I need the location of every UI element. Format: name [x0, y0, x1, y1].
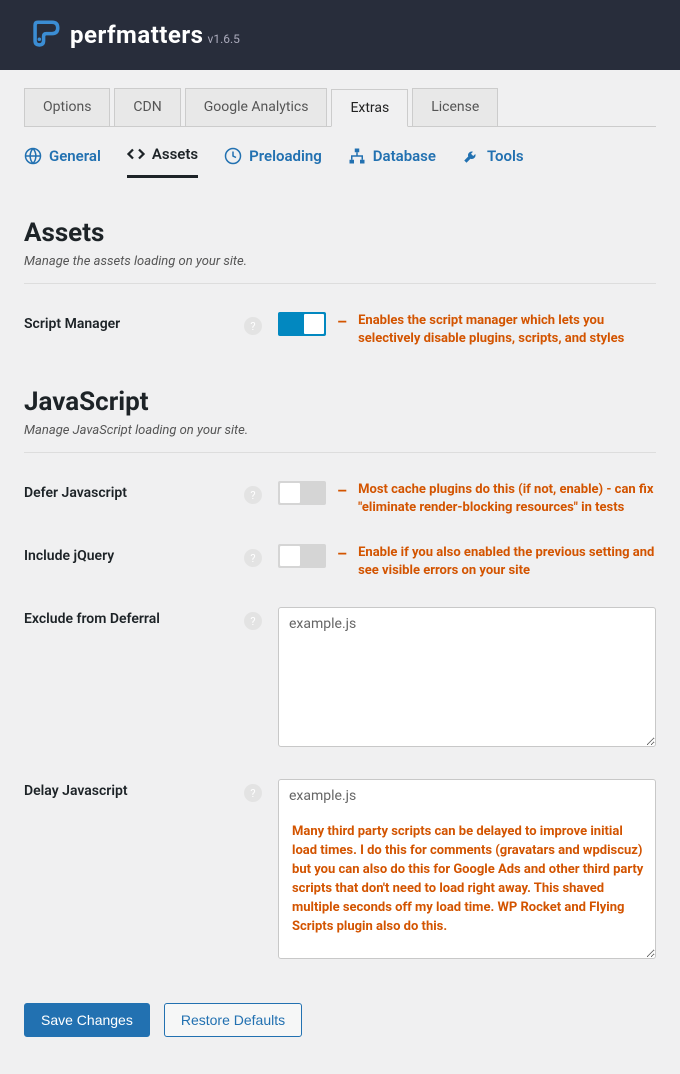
- field-delay-js: Delay Javascript ? Many third party scri…: [24, 779, 656, 963]
- delay-js-label: Delay Javascript: [24, 779, 244, 799]
- help-icon[interactable]: ?: [244, 784, 262, 802]
- section-assets-desc: Manage the assets loading on your site.: [24, 254, 656, 269]
- include-jquery-toggle[interactable]: [278, 544, 326, 568]
- section-assets-title: Assets: [24, 218, 656, 248]
- include-jquery-label: Include jQuery: [24, 544, 244, 564]
- annotation-dash: –: [337, 312, 347, 331]
- subtab-tools-label: Tools: [487, 147, 524, 165]
- delay-js-input[interactable]: [278, 779, 656, 959]
- tab-cdn[interactable]: CDN: [114, 88, 180, 126]
- clock-icon: [224, 147, 242, 165]
- perfmatters-logo-icon: [28, 18, 62, 52]
- divider: [24, 452, 656, 453]
- subtab-preloading[interactable]: Preloading: [224, 145, 322, 178]
- section-js-desc: Manage JavaScript loading on your site.: [24, 423, 656, 438]
- annotation-dash: –: [337, 544, 347, 563]
- subtab-assets[interactable]: Assets: [127, 145, 198, 178]
- help-icon[interactable]: ?: [244, 317, 262, 335]
- field-include-jquery: Include jQuery ? – Enable if you also en…: [24, 544, 656, 579]
- subtab-general-label: General: [49, 147, 101, 165]
- tab-extras[interactable]: Extras: [331, 89, 408, 127]
- exclude-deferral-input[interactable]: [278, 607, 656, 747]
- field-defer-js: Defer Javascript ? – Most cache plugins …: [24, 481, 656, 516]
- exclude-deferral-label: Exclude from Deferral: [24, 607, 244, 627]
- help-icon[interactable]: ?: [244, 486, 262, 504]
- subtab-tools[interactable]: Tools: [462, 145, 524, 178]
- code-icon: [127, 145, 145, 163]
- top-tabs: Options CDN Google Analytics Extras Lice…: [24, 88, 656, 127]
- help-icon[interactable]: ?: [244, 549, 262, 567]
- save-button[interactable]: Save Changes: [24, 1003, 150, 1037]
- script-manager-label: Script Manager: [24, 312, 244, 332]
- field-exclude-deferral: Exclude from Deferral ?: [24, 607, 656, 751]
- sub-tabs: General Assets Preloading Database Tools: [24, 145, 656, 178]
- brand-name: perfmattersv1.6.5: [70, 21, 240, 49]
- section-javascript: JavaScript Manage JavaScript loading on …: [24, 387, 656, 963]
- subtab-assets-label: Assets: [152, 145, 198, 163]
- defer-js-annotation: Most cache plugins do this (if not, enab…: [358, 481, 656, 516]
- subtab-general[interactable]: General: [24, 145, 101, 178]
- app-header: perfmattersv1.6.5: [0, 0, 680, 70]
- subtab-database[interactable]: Database: [348, 145, 436, 178]
- wrench-icon: [462, 147, 480, 165]
- sitemap-icon: [348, 147, 366, 165]
- subtab-preloading-label: Preloading: [249, 147, 322, 165]
- help-icon[interactable]: ?: [244, 612, 262, 630]
- section-assets: Assets Manage the assets loading on your…: [24, 218, 656, 347]
- tab-license[interactable]: License: [412, 88, 498, 126]
- globe-icon: [24, 147, 42, 165]
- tab-options[interactable]: Options: [24, 88, 110, 126]
- section-js-title: JavaScript: [24, 387, 656, 417]
- defer-js-label: Defer Javascript: [24, 481, 244, 501]
- restore-button[interactable]: Restore Defaults: [164, 1003, 302, 1037]
- script-manager-annotation: Enables the script manager which lets yo…: [358, 312, 656, 347]
- tab-analytics[interactable]: Google Analytics: [185, 88, 328, 126]
- divider: [24, 283, 656, 284]
- annotation-dash: –: [337, 481, 347, 500]
- include-jquery-annotation: Enable if you also enabled the previous …: [358, 544, 656, 579]
- script-manager-toggle[interactable]: [278, 312, 326, 336]
- field-script-manager: Script Manager ? – Enables the script ma…: [24, 312, 656, 347]
- defer-js-toggle[interactable]: [278, 481, 326, 505]
- subtab-database-label: Database: [373, 147, 436, 165]
- action-buttons: Save Changes Restore Defaults: [24, 1003, 656, 1037]
